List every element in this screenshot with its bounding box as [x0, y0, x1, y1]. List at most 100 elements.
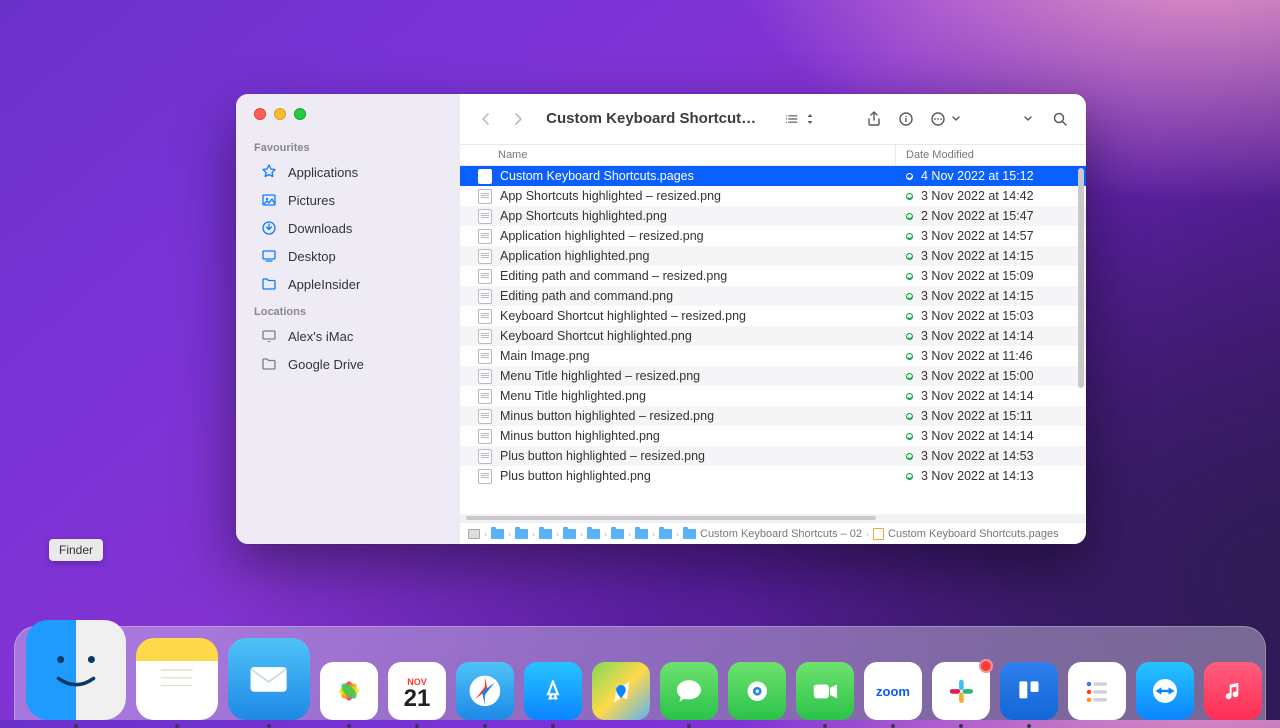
path-segment[interactable]: Custom Keyboard Shortcuts.pages	[873, 528, 1059, 540]
view-options-button[interactable]	[780, 106, 822, 132]
path-segment[interactable]	[635, 529, 648, 539]
close-button[interactable]	[254, 108, 266, 120]
sidebar-item-appleinsider[interactable]: AppleInsider	[242, 270, 454, 298]
dock-app-maps[interactable]	[592, 662, 650, 720]
file-row[interactable]: Editing path and command.png3 Nov 2022 a…	[460, 286, 1086, 306]
dock-app-findmy[interactable]	[728, 662, 786, 720]
file-row[interactable]: App Shortcuts highlighted.png2 Nov 2022 …	[460, 206, 1086, 226]
path-segment[interactable]	[539, 529, 552, 539]
file-row[interactable]: Minus button highlighted – resized.png3 …	[460, 406, 1086, 426]
dock-app-facetime[interactable]	[796, 662, 854, 720]
vertical-scrollbar[interactable]	[1078, 168, 1084, 388]
sync-status-icon	[906, 353, 913, 360]
chevron-icon: ›	[556, 529, 559, 539]
file-row[interactable]: Custom Keyboard Shortcuts.pages4 Nov 202…	[460, 166, 1086, 186]
sidebar-item-desktop[interactable]: Desktop	[242, 242, 454, 270]
dock-app-calendar[interactable]: NOV21	[388, 662, 446, 720]
finder-sidebar: FavouritesApplicationsPicturesDownloadsD…	[236, 94, 460, 544]
dock-app-slack[interactable]	[932, 662, 990, 720]
path-segment[interactable]: Custom Keyboard Shortcuts – 02	[683, 528, 862, 540]
sidebar-item-label: AppleInsider	[288, 277, 360, 292]
file-row[interactable]: Editing path and command – resized.png3 …	[460, 266, 1086, 286]
file-row[interactable]: Menu Title highlighted.png3 Nov 2022 at …	[460, 386, 1086, 406]
sync-status-icon	[906, 213, 913, 220]
dock-app-notes[interactable]	[136, 638, 218, 720]
disk-icon	[468, 529, 480, 539]
sync-status-icon	[906, 333, 913, 340]
file-row[interactable]: Minus button highlighted.png3 Nov 2022 a…	[460, 426, 1086, 446]
toolbar-overflow-button[interactable]	[1016, 106, 1040, 132]
file-row[interactable]: Application highlighted.png3 Nov 2022 at…	[460, 246, 1086, 266]
sidebar-item-alex-s-imac[interactable]: Alex's iMac	[242, 322, 454, 350]
path-segment[interactable]	[563, 529, 576, 539]
chevron-icon: ›	[652, 529, 655, 539]
column-date[interactable]: Date Modified	[896, 145, 1086, 165]
file-row[interactable]: Keyboard Shortcut highlighted.png3 Nov 2…	[460, 326, 1086, 346]
chevron-icon: ›	[532, 529, 535, 539]
path-segment[interactable]	[659, 529, 672, 539]
column-name[interactable]: Name	[460, 145, 896, 165]
file-row[interactable]: Menu Title highlighted – resized.png3 No…	[460, 366, 1086, 386]
file-list[interactable]: Custom Keyboard Shortcuts.pages4 Nov 202…	[460, 166, 1086, 514]
action-menu-button[interactable]	[926, 106, 968, 132]
sidebar-item-label: Desktop	[288, 249, 336, 264]
file-date: 3 Nov 2022 at 14:53	[921, 449, 1034, 463]
file-row[interactable]: App Shortcuts highlighted – resized.png3…	[460, 186, 1086, 206]
file-date: 3 Nov 2022 at 14:15	[921, 289, 1034, 303]
zoom-button[interactable]	[294, 108, 306, 120]
finder-window: FavouritesApplicationsPicturesDownloadsD…	[236, 94, 1086, 544]
horizontal-scrollbar[interactable]	[460, 514, 1086, 522]
dock-app-zoom[interactable]: zoom	[864, 662, 922, 720]
file-icon	[478, 269, 492, 284]
path-label: Custom Keyboard Shortcuts.pages	[888, 528, 1059, 540]
file-date: 3 Nov 2022 at 14:14	[921, 329, 1034, 343]
file-date: 3 Nov 2022 at 14:57	[921, 229, 1034, 243]
file-row[interactable]: Keyboard Shortcut highlighted – resized.…	[460, 306, 1086, 326]
sidebar-item-pictures[interactable]: Pictures	[242, 186, 454, 214]
file-row[interactable]: Main Image.png3 Nov 2022 at 11:46	[460, 346, 1086, 366]
dock-app-appstore[interactable]	[524, 662, 582, 720]
file-row[interactable]: Application highlighted – resized.png3 N…	[460, 226, 1086, 246]
file-name: Plus button highlighted.png	[500, 469, 651, 483]
sidebar-item-applications[interactable]: Applications	[242, 158, 454, 186]
sidebar-item-downloads[interactable]: Downloads	[242, 214, 454, 242]
sidebar-item-label: Applications	[288, 165, 358, 180]
search-button[interactable]	[1048, 106, 1072, 132]
file-date: 3 Nov 2022 at 15:00	[921, 369, 1034, 383]
dock-app-reminders[interactable]	[1068, 662, 1126, 720]
path-segment[interactable]	[491, 529, 504, 539]
path-segment[interactable]	[468, 529, 480, 539]
share-button[interactable]	[862, 106, 886, 132]
file-row[interactable]: Plus button highlighted – resized.png 3 N…	[460, 446, 1086, 466]
minimize-button[interactable]	[274, 108, 286, 120]
dock-app-finder[interactable]	[26, 620, 126, 720]
tags-button[interactable]	[894, 106, 918, 132]
dock: NOV21 zoom	[14, 600, 1266, 720]
dock-app-safari[interactable]	[456, 662, 514, 720]
sync-status-icon	[906, 393, 913, 400]
back-button[interactable]	[474, 106, 498, 132]
dock-app-teamviewer[interactable]	[1136, 662, 1194, 720]
path-segment[interactable]	[611, 529, 624, 539]
file-row[interactable]: Plus button highlighted.png3 Nov 2022 at…	[460, 466, 1086, 486]
file-date: 3 Nov 2022 at 15:09	[921, 269, 1034, 283]
dock-app-mail[interactable]	[228, 638, 310, 720]
file-date: 3 Nov 2022 at 11:46	[921, 349, 1033, 363]
file-icon	[478, 289, 492, 304]
dock-app-music[interactable]	[1204, 662, 1262, 720]
dock-app-messages[interactable]	[660, 662, 718, 720]
file-name: Plus button highlighted – resized.png	[500, 449, 705, 463]
dock-app-photos[interactable]	[320, 662, 378, 720]
path-segment[interactable]	[515, 529, 528, 539]
forward-button[interactable]	[506, 106, 530, 132]
window-title: Custom Keyboard Shortcut…	[538, 110, 764, 127]
path-segment[interactable]	[587, 529, 600, 539]
running-indicator-icon	[347, 724, 351, 728]
notification-badge	[979, 659, 993, 673]
sidebar-item-google-drive[interactable]: Google Drive	[242, 350, 454, 378]
running-indicator-icon	[891, 724, 895, 728]
file-icon	[478, 449, 492, 464]
path-bar: ›››››››››Custom Keyboard Shortcuts – 02›…	[460, 522, 1086, 544]
sidebar-item-label: Alex's iMac	[288, 329, 353, 344]
dock-app-trello[interactable]	[1000, 662, 1058, 720]
